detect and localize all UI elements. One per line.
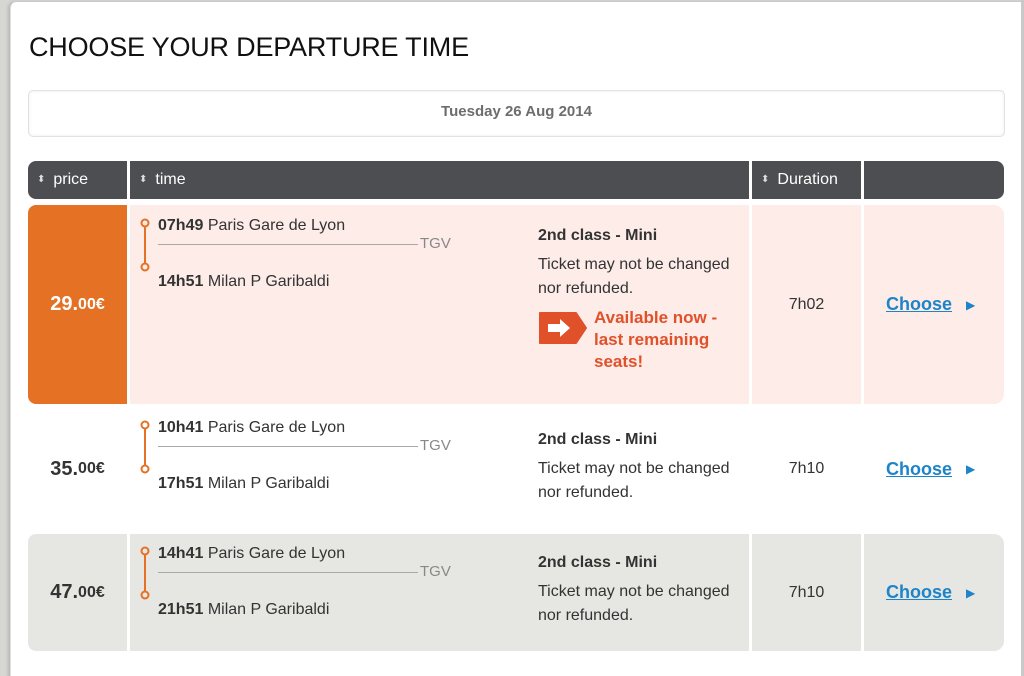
arrival: 17h51 Milan P Garibaldi [158, 475, 329, 493]
header-price-label: price [53, 171, 89, 188]
sort-by-duration[interactable]: ⬍ Duration [752, 161, 861, 199]
arrival-station: Milan P Garibaldi [207, 475, 330, 492]
departure-time: 14h41 [158, 545, 204, 562]
route-line-icon [140, 420, 150, 474]
arrival-station: Milan P Garibaldi [207, 601, 330, 618]
price-cents: 00€ [78, 295, 105, 313]
table-header: ⬍ price ⬍ time ⬍ Duration [28, 161, 1004, 199]
choose-button[interactable]: Choose [886, 459, 952, 480]
date-selector[interactable]: Tuesday 26 Aug 2014 [28, 90, 1005, 137]
price-main: 47. [50, 581, 79, 603]
play-arrow-icon[interactable]: ▶ [966, 462, 975, 476]
header-time-label: time [155, 171, 186, 188]
time-cell: 10h41 Paris Gare de Lyon TGV 17h51 Milan… [130, 405, 749, 533]
arrival-time: 21h51 [158, 601, 204, 618]
arrow-right-icon [539, 312, 587, 344]
arrival-time: 14h51 [158, 273, 204, 290]
fare-info: 2nd class - Mini Ticket may not be chang… [538, 554, 738, 628]
price-main: 35. [50, 457, 79, 480]
price-cell: 35. 00€ [28, 405, 127, 533]
duration: 7h02 [788, 295, 825, 313]
action-cell: Choose ▶ [864, 405, 1004, 533]
choose-button[interactable]: Choose [886, 582, 952, 603]
departure-station: Paris Gare de Lyon [207, 545, 346, 562]
departure: 14h41 Paris Gare de Lyon [158, 545, 345, 563]
fare-info: 2nd class - Mini Ticket may not be chang… [538, 227, 738, 373]
header-duration-label: Duration [777, 171, 838, 188]
fare-class: 2nd class - Mini [538, 431, 658, 448]
duration-cell: 7h10 [752, 534, 861, 651]
selected-date: Tuesday 26 Aug 2014 [441, 103, 592, 120]
fare-conditions: Ticket may not be changed nor refunded. [538, 256, 730, 297]
alert-text: Available now - last remaining seats! [594, 308, 718, 371]
route-line-icon [140, 546, 150, 600]
play-arrow-icon[interactable]: ▶ [966, 586, 975, 600]
fare-info: 2nd class - Mini Ticket may not be chang… [538, 431, 738, 505]
duration-cell: 7h10 [752, 405, 861, 533]
sort-by-time[interactable]: ⬍ time [130, 161, 749, 199]
price-cell: 29. 00€ [28, 205, 127, 404]
table-row: 47. 00€ 14h41 Paris Gare de Lyon TGV 21h5… [28, 534, 1004, 651]
choose-button[interactable]: Choose [886, 294, 952, 315]
availability-alert: Available now - last remaining seats! [538, 307, 738, 373]
route-divider [158, 446, 418, 447]
sort-icon: ⬍ [37, 174, 46, 185]
table-row: 35. 00€ 10h41 Paris Gare de Lyon TGV 17h5… [28, 405, 1004, 533]
table-row: 29. 00€ 07h49 Paris Gare de Lyon TGV 14h5… [28, 205, 1004, 404]
action-cell: Choose ▶ [864, 205, 1004, 404]
arrival-station: Milan P Garibaldi [207, 273, 330, 290]
arrival-time: 17h51 [158, 475, 204, 492]
price-cents: 00€ [78, 583, 105, 601]
route-line-icon [140, 218, 150, 272]
price-cell: 47. 00€ [28, 534, 127, 651]
departure-station: Paris Gare de Lyon [207, 419, 346, 436]
fare-class: 2nd class - Mini [538, 554, 658, 571]
time-cell: 07h49 Paris Gare de Lyon TGV 14h51 Milan… [130, 205, 749, 404]
departure-time: 10h41 [158, 419, 204, 436]
fare-conditions: Ticket may not be changed nor refunded. [538, 460, 730, 501]
departure: 07h49 Paris Gare de Lyon [158, 217, 345, 235]
train-type: TGV [420, 563, 451, 580]
route-divider [158, 244, 418, 245]
price-main: 29. [50, 293, 79, 315]
fare-conditions: Ticket may not be changed nor refunded. [538, 583, 730, 624]
duration: 7h10 [788, 583, 825, 601]
departure-station: Paris Gare de Lyon [207, 217, 346, 234]
time-cell: 14h41 Paris Gare de Lyon TGV 21h51 Milan… [130, 534, 749, 651]
departure: 10h41 Paris Gare de Lyon [158, 419, 345, 437]
duration-cell: 7h02 [752, 205, 861, 404]
page-title: CHOOSE YOUR DEPARTURE TIME [29, 32, 469, 62]
arrival: 14h51 Milan P Garibaldi [158, 273, 329, 291]
duration: 7h10 [788, 460, 825, 477]
sort-icon: ⬍ [139, 174, 148, 185]
action-cell: Choose ▶ [864, 534, 1004, 651]
route-divider [158, 572, 418, 573]
price-cents: 00€ [78, 460, 105, 477]
train-type: TGV [420, 437, 451, 454]
sort-icon: ⬍ [761, 174, 770, 185]
sort-by-price[interactable]: ⬍ price [28, 161, 127, 199]
header-action [864, 161, 1004, 199]
play-arrow-icon[interactable]: ▶ [966, 298, 975, 312]
departure-time: 07h49 [158, 217, 204, 234]
fare-class: 2nd class - Mini [538, 227, 658, 244]
arrival: 21h51 Milan P Garibaldi [158, 601, 329, 619]
train-type: TGV [420, 235, 451, 252]
